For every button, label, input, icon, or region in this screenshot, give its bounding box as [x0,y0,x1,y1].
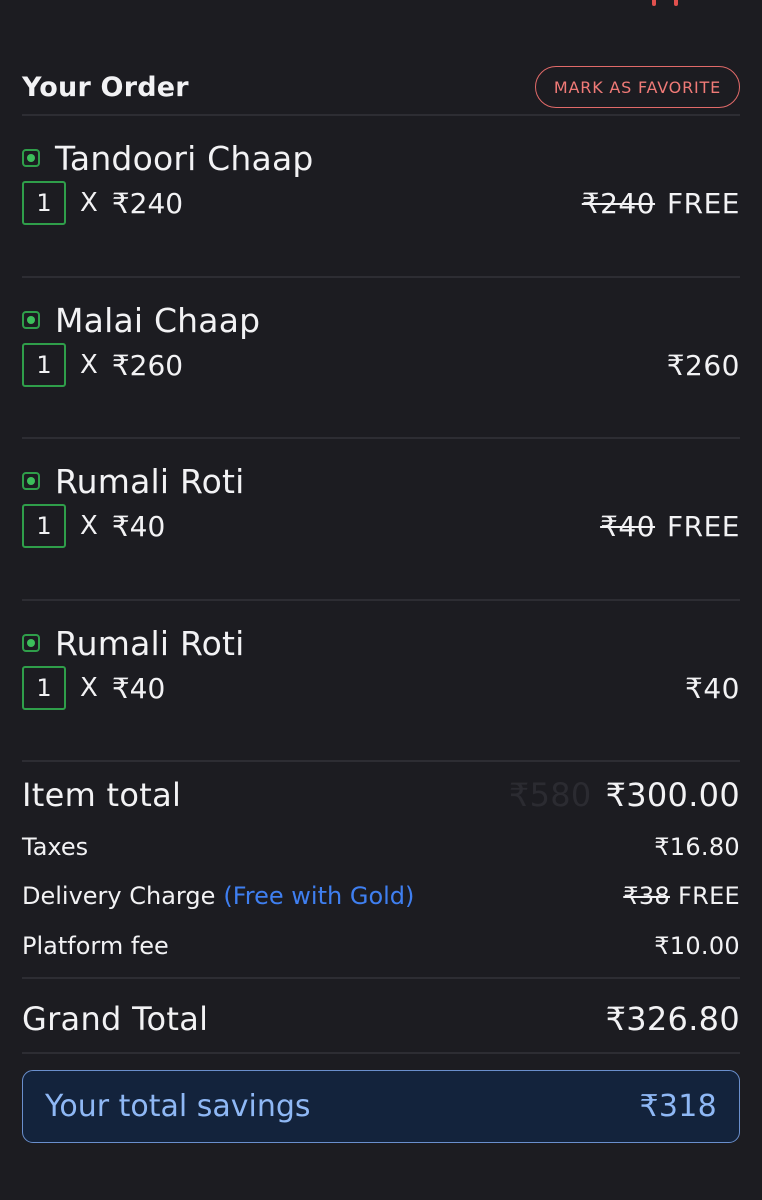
original-price: ₹40 [600,509,656,543]
order-item: Rumali Roti 1 X ₹40 ₹40 [22,623,740,735]
item-price: FREE [667,186,740,220]
unit-price: ₹240 [111,186,184,220]
top-edge-icon [648,0,682,6]
delivery-charge-label: Delivery Charge [22,882,216,910]
divider [22,276,740,278]
delivery-charge-value: FREE [677,882,740,910]
item-name: Rumali Roti [55,461,245,501]
order-item: Malai Chaap 1 X ₹260 ₹260 [22,300,740,412]
savings-label: Your total savings [45,1089,311,1124]
order-header: Your Order MARK AS FAVORITE [22,66,740,108]
times-sign: X [80,511,98,541]
veg-icon [22,472,40,490]
times-sign: X [80,673,98,703]
taxes-label: Taxes [22,833,89,861]
taxes-value: ₹16.80 [654,833,740,861]
order-summary-page: Your Order MARK AS FAVORITE Tandoori Cha… [0,0,762,1200]
grand-total-row: Grand Total ₹326.80 [22,997,740,1041]
item-name: Tandoori Chaap [55,138,314,178]
quantity-badge: 1 [22,343,66,387]
grand-total-value: ₹326.80 [605,1000,740,1038]
divider [22,760,740,762]
taxes-row: Taxes ₹16.80 [22,830,740,864]
page-title: Your Order [22,71,189,103]
item-price: ₹260 [666,348,740,382]
free-with-gold-link[interactable]: (Free with Gold) [223,882,414,910]
times-sign: X [80,350,98,380]
item-total-row: Item total ₹580 ₹300.00 [22,774,740,816]
divider [22,977,740,979]
divider [22,1052,740,1054]
item-price: ₹40 [685,671,740,705]
veg-icon [22,311,40,329]
grand-total-label: Grand Total [22,1000,209,1038]
quantity-badge: 1 [22,181,66,225]
divider [22,599,740,601]
platform-fee-label: Platform fee [22,932,169,960]
quantity-badge: 1 [22,666,66,710]
order-item: Tandoori Chaap 1 X ₹240 ₹240 FREE [22,138,740,250]
item-name: Rumali Roti [55,623,245,663]
divider [22,114,740,116]
divider [22,437,740,439]
unit-price: ₹40 [111,509,166,543]
item-total-original: ₹580 [508,776,592,814]
mark-as-favorite-button[interactable]: MARK AS FAVORITE [534,66,740,108]
platform-fee-row: Platform fee ₹10.00 [22,929,740,963]
times-sign: X [80,188,98,218]
unit-price: ₹40 [111,671,166,705]
savings-value: ₹318 [639,1089,717,1124]
quantity-badge: 1 [22,504,66,548]
item-name: Malai Chaap [55,300,261,340]
veg-icon [22,634,40,652]
delivery-charge-row: Delivery Charge (Free with Gold) ₹38 FRE… [22,879,740,913]
platform-fee-value: ₹10.00 [654,932,740,960]
item-total-label: Item total [22,776,182,814]
order-item: Rumali Roti 1 X ₹40 ₹40 FREE [22,461,740,573]
total-savings-banner: Your total savings ₹318 [22,1070,740,1143]
original-price: ₹240 [581,186,656,220]
item-total-value: ₹300.00 [605,776,740,814]
delivery-original-price: ₹38 [623,882,670,910]
unit-price: ₹260 [111,348,184,382]
item-price: FREE [667,509,740,543]
veg-icon [22,149,40,167]
